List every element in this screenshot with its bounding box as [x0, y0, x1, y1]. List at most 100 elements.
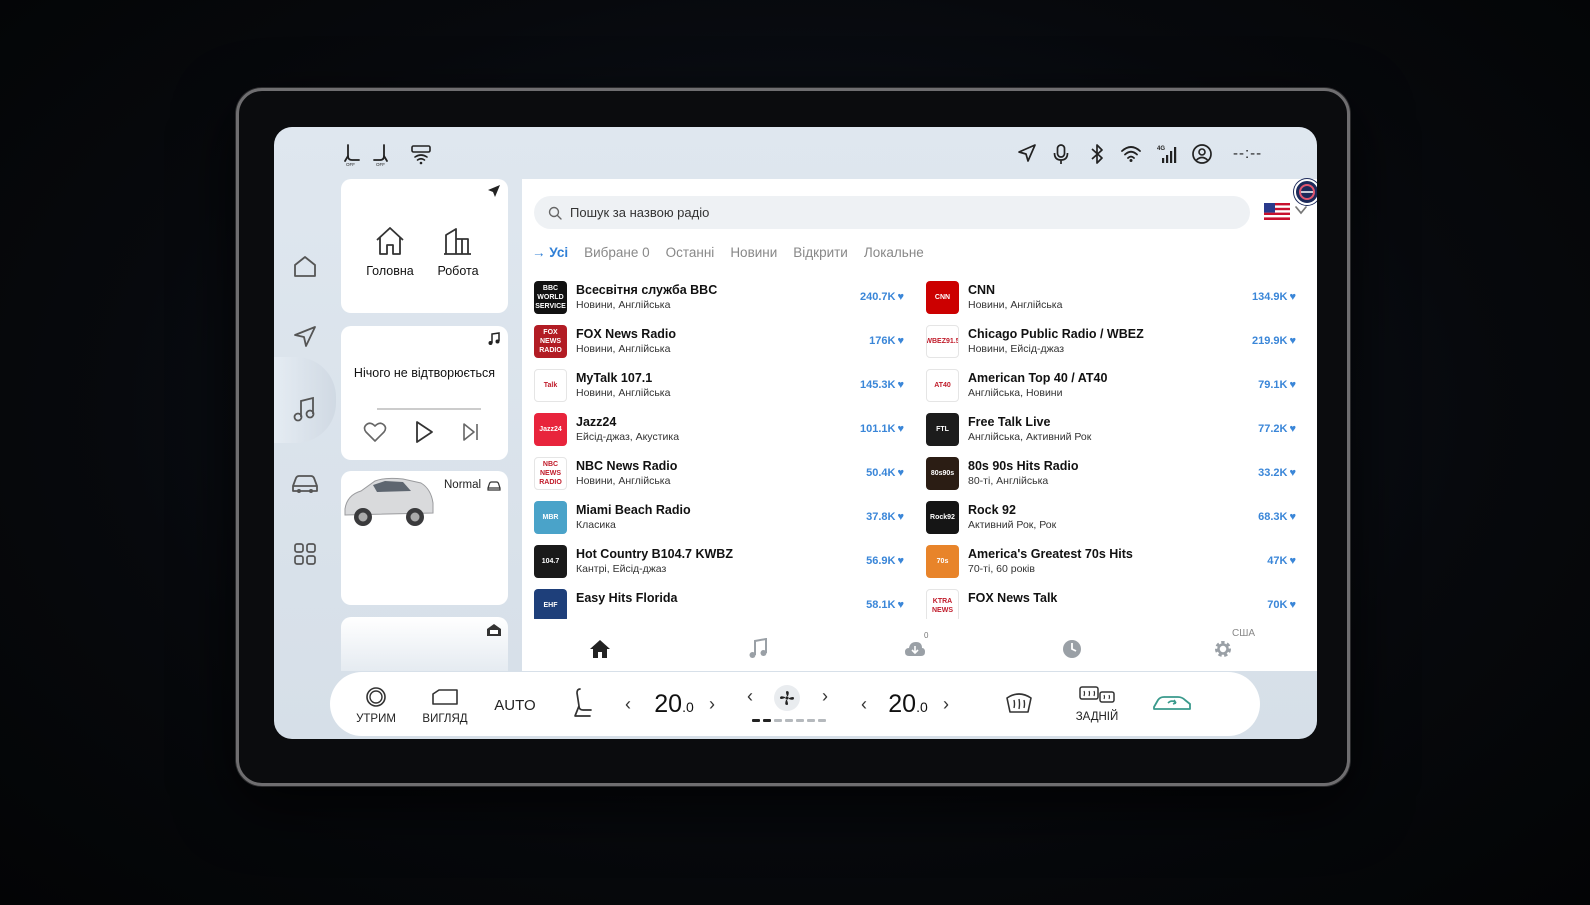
heart-icon: ♥	[897, 423, 904, 435]
station-row[interactable]: CNN CNN Новини, Англійська 134.9K ♥	[926, 279, 1300, 317]
home-icon[interactable]	[288, 249, 322, 283]
station-likes[interactable]: 101.1K ♥	[860, 423, 904, 435]
garage-card[interactable]	[341, 617, 508, 671]
station-likes[interactable]: 79.1K ♥	[1258, 379, 1296, 391]
station-row[interactable]: NBC NEWS RADIO NBC News Radio Новини, Англ…	[534, 455, 908, 493]
floating-assistant-icon[interactable]	[1294, 179, 1317, 205]
radio-music-icon[interactable]	[745, 637, 771, 661]
temp-right-display: 20.0	[878, 690, 938, 719]
station-name: Hot Country B104.7 KWBZ	[576, 547, 733, 561]
station-likes[interactable]: 56.9K ♥	[866, 555, 904, 567]
temp-right-decrease[interactable]: ‹	[856, 694, 872, 715]
station-logo: EHF	[534, 589, 567, 619]
wifi-icon[interactable]	[1120, 143, 1142, 165]
front-defrost-icon[interactable]	[1002, 690, 1036, 719]
rear-defrost-button[interactable]: ЗАДНІЙ	[1072, 684, 1122, 723]
work-shortcut[interactable]: Робота	[433, 225, 483, 278]
radio-home-icon[interactable]	[587, 637, 613, 661]
station-row[interactable]: Rock92 Rock 92 Активний Рок, Рок 68.3K ♥	[926, 499, 1300, 537]
station-row[interactable]: BBC WORLD SERVICE Всесвітня служба BBC Нов…	[534, 279, 908, 317]
settings-gear-icon[interactable]	[1210, 637, 1236, 661]
station-likes[interactable]: 134.9K ♥	[1252, 291, 1296, 303]
heart-icon: ♥	[1289, 379, 1296, 391]
station-row[interactable]: FOX NEWS RADIO FOX News Radio Новини, Англ…	[534, 323, 908, 361]
fan-level-indicator	[752, 719, 830, 722]
station-row[interactable]: EHF Easy Hits Florida 58.1K ♥	[534, 587, 908, 619]
station-likes[interactable]: 70K ♥	[1267, 599, 1296, 611]
station-likes[interactable]: 68.3K ♥	[1258, 511, 1296, 523]
navigation-arrow-icon	[487, 184, 501, 203]
station-row[interactable]: Jazz24 Jazz24 Ейсід-джаз, Акустика 101.1K ♥	[534, 411, 908, 449]
user-profile-icon[interactable]	[1191, 143, 1213, 165]
station-row[interactable]: 80s90s 80s 90s Hits Radio 80-ті, Англійськ…	[926, 455, 1300, 493]
shortcuts-card: Головна Робота	[341, 179, 508, 313]
station-row[interactable]: 104.7 Hot Country B104.7 KWBZ Кантрі, Ейсі…	[534, 543, 908, 581]
fan-increase[interactable]: ›	[817, 686, 833, 707]
station-likes[interactable]: 50.4K ♥	[866, 467, 904, 479]
search-input[interactable]: Пошук за назвою радіо	[534, 196, 1250, 229]
station-row[interactable]: WBEZ91.5 Chicago Public Radio / WBEZ Новин…	[926, 323, 1300, 361]
us-flag-icon[interactable]	[1264, 203, 1290, 220]
auto-button[interactable]: AUTO	[490, 697, 540, 714]
playback-progress[interactable]	[377, 408, 481, 410]
station-row[interactable]: FTL Free Talk Live Англійська, Активний Ро…	[926, 411, 1300, 449]
arrow-right-icon: →	[532, 245, 550, 260]
station-row[interactable]: MBR Miami Beach Radio Класика 37.8K ♥	[534, 499, 908, 537]
station-likes[interactable]: 240.7K ♥	[860, 291, 904, 303]
eco-recirculation-icon[interactable]	[1150, 692, 1194, 717]
tab-local[interactable]: Локальне	[864, 245, 924, 260]
favorite-heart-icon[interactable]	[363, 421, 387, 448]
station-row[interactable]: 70s America's Greatest 70s Hits 70-ті, 60 …	[926, 543, 1300, 581]
music-icon[interactable]	[288, 393, 322, 427]
seat-heat-driver-icon[interactable]: OFF	[342, 143, 364, 167]
station-likes[interactable]: 58.1K ♥	[866, 599, 904, 611]
tab-discover[interactable]: Відкрити	[793, 245, 848, 260]
station-logo: KTRA NEWS	[926, 589, 959, 619]
tab-favorites[interactable]: Вибране 0	[584, 245, 650, 260]
temp-left-increase[interactable]: ›	[704, 694, 720, 715]
station-likes[interactable]: 77.2K ♥	[1258, 423, 1296, 435]
temp-right-increase[interactable]: ›	[938, 694, 954, 715]
station-row[interactable]: Talk MyTalk 107.1 Новини, Англійська 145.3K…	[534, 367, 908, 405]
station-logo: MBR	[534, 501, 567, 534]
station-column-right: CNN CNN Новини, Англійська 134.9K ♥ WBEZ91.5 C…	[926, 279, 1300, 619]
fan-icon[interactable]	[774, 685, 800, 711]
play-icon[interactable]	[413, 420, 435, 449]
station-likes[interactable]: 47K ♥	[1267, 555, 1296, 567]
hold-button[interactable]: УТРИМ	[354, 686, 398, 725]
skip-next-icon[interactable]	[461, 422, 481, 447]
temp-left-decrease[interactable]: ‹	[620, 694, 636, 715]
station-tags: Новини, Англійська	[576, 387, 671, 399]
station-likes[interactable]: 145.3K ♥	[860, 379, 904, 391]
station-row[interactable]: AT40 American Top 40 / AT40 Англійська, Но…	[926, 367, 1300, 405]
heart-icon: ♥	[897, 335, 904, 347]
history-clock-icon[interactable]	[1059, 637, 1085, 661]
tab-recent[interactable]: Останні	[666, 245, 715, 260]
station-likes[interactable]: 176K ♥	[869, 335, 904, 347]
navigation-icon[interactable]	[1016, 143, 1038, 165]
station-likes[interactable]: 37.8K ♥	[866, 511, 904, 523]
car-icon[interactable]	[288, 466, 322, 500]
music-player-card: Нічого не відтворюється	[341, 326, 508, 460]
station-row[interactable]: KTRA NEWS FOX News Talk 70K ♥	[926, 587, 1300, 619]
download-icon[interactable]	[902, 637, 928, 661]
station-tags: Ейсід-джаз, Акустика	[576, 431, 680, 443]
tab-all[interactable]: → Усі	[532, 245, 568, 260]
seat-heat-passenger-icon[interactable]: OFF	[370, 143, 392, 167]
head-unit-screen: OFF OFF 4G --:-- Головна Робота Нічого н…	[274, 127, 1317, 739]
seat-heat-icon[interactable]	[568, 686, 598, 723]
bluetooth-icon[interactable]	[1086, 143, 1108, 165]
station-likes[interactable]: 33.2K ♥	[1258, 467, 1296, 479]
wireless-charging-icon[interactable]	[410, 143, 432, 165]
view-label: ВИГЛЯД	[422, 713, 468, 725]
station-likes[interactable]: 219.9K ♥	[1252, 335, 1296, 347]
fan-level-step	[807, 719, 815, 722]
fan-decrease[interactable]: ‹	[742, 686, 758, 707]
microphone-icon[interactable]	[1050, 143, 1072, 165]
navigation-icon[interactable]	[288, 320, 322, 354]
tab-news[interactable]: Новини	[730, 245, 777, 260]
apps-grid-icon[interactable]	[288, 537, 322, 571]
view-button[interactable]: ВИГЛЯД	[420, 686, 470, 725]
vehicle-card[interactable]: Normal	[341, 471, 508, 605]
home-shortcut[interactable]: Головна	[365, 225, 415, 278]
